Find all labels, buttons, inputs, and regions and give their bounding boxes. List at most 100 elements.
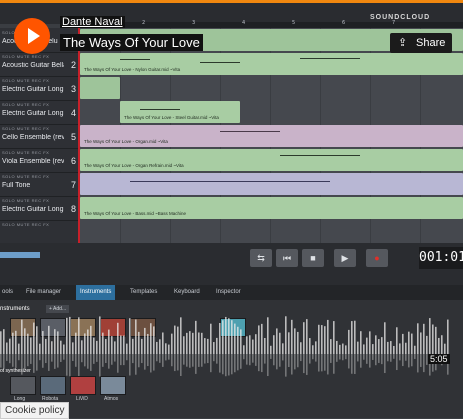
tab-instruments[interactable]: Instruments — [76, 285, 116, 300]
midi-note — [130, 181, 330, 182]
waveform-reflection — [243, 354, 245, 360]
waveform-bar — [117, 322, 119, 354]
waveform-bar — [75, 332, 77, 354]
waveform-bar — [318, 324, 320, 354]
waveform-bar — [45, 338, 47, 354]
track-header[interactable]: SOLO MUTE REC FX Acoustic Guitar Bella 2 — [0, 52, 80, 77]
midi-clip[interactable] — [80, 173, 463, 195]
waveform-reflection — [231, 354, 233, 375]
position-bar[interactable] — [0, 252, 40, 258]
track-controls[interactable]: SOLO MUTE REC FX — [2, 78, 49, 83]
play-button[interactable]: ▶ — [334, 249, 356, 267]
waveform-reflection — [285, 354, 287, 377]
midi-clip[interactable]: The Ways Of Your Love - Organ Refrain.mi… — [80, 149, 463, 171]
waveform-reflection — [21, 354, 23, 375]
waveform-reflection — [375, 354, 377, 366]
track-number: 2 — [70, 60, 76, 70]
waveform-bar — [300, 342, 302, 354]
bottom-tabbar: ools File manager Instruments Templates … — [0, 285, 463, 300]
track-header[interactable]: SOLO MUTE REC FX — [0, 220, 80, 245]
waveform-reflection — [81, 354, 83, 363]
waveform-bar — [306, 319, 308, 354]
track-header[interactable]: SOLO MUTE REC FX Full Tone 7 — [0, 172, 80, 197]
waveform-reflection — [132, 354, 134, 364]
waveform-reflection — [210, 354, 212, 373]
track-header[interactable]: SOLO MUTE REC FX Cello Ensemble (rev 5 — [0, 124, 80, 149]
midi-clip[interactable] — [80, 77, 120, 99]
waveform-reflection — [315, 354, 317, 362]
waveform-reflection — [108, 354, 110, 369]
waveform-reflection — [123, 354, 125, 366]
loop-button[interactable]: ⇆ — [250, 249, 272, 267]
track-header[interactable]: SOLO MUTE REC FX Electric Guitar Long 3 — [0, 76, 80, 101]
stop-button[interactable]: ■ — [302, 249, 324, 267]
sc-play-button[interactable] — [14, 18, 50, 54]
waveform-reflection — [360, 354, 362, 368]
track-controls[interactable]: SOLO MUTE REC FX — [2, 54, 49, 59]
waveform-reflection — [0, 354, 2, 368]
track-controls[interactable]: SOLO MUTE REC FX — [2, 198, 49, 203]
waveform-reflection — [318, 354, 320, 372]
waveform-reflection — [27, 354, 29, 367]
track-controls[interactable]: SOLO MUTE REC FX — [2, 102, 49, 107]
waveform-reflection — [54, 354, 56, 369]
waveform-reflection — [48, 354, 50, 371]
tab-templates[interactable]: Templates — [130, 285, 157, 300]
cookie-policy-link[interactable]: Cookie policy — [0, 402, 70, 419]
waveform-bar — [129, 318, 131, 354]
waveform-reflection — [198, 354, 200, 367]
track-controls[interactable]: SOLO MUTE REC FX — [2, 222, 49, 227]
waveform-reflection — [78, 354, 80, 377]
track-controls[interactable]: SOLO MUTE REC FX — [2, 150, 49, 155]
stop-icon: ■ — [310, 253, 316, 263]
record-button[interactable]: ● — [366, 249, 388, 267]
tab-inspector[interactable]: Inspector — [216, 285, 241, 300]
waveform-bar — [9, 338, 11, 354]
waveform-bar — [333, 321, 335, 354]
waveform-reflection — [225, 354, 227, 377]
waveform-reflection — [36, 354, 38, 371]
waveform-bar — [288, 332, 290, 354]
waveform-bar — [222, 320, 224, 354]
waveform-bar — [207, 338, 209, 354]
sc-track-title[interactable]: The Ways Of Your Love — [60, 34, 203, 51]
waveform-reflection — [165, 354, 167, 361]
waveform-bar — [444, 343, 446, 354]
track-header[interactable]: SOLO MUTE REC FX Electric Guitar Long 4 — [0, 100, 80, 125]
waveform-reflection — [144, 354, 146, 370]
track-controls[interactable]: SOLO MUTE REC FX — [2, 174, 49, 179]
tab-tools[interactable]: ools — [2, 285, 13, 300]
waveform-bar — [108, 329, 110, 354]
sc-share-button[interactable]: ⇪ Share — [390, 33, 452, 53]
waveform-bar — [279, 332, 281, 354]
track-header[interactable]: SOLO MUTE REC FX Viola Ensemble (rev 6 — [0, 148, 80, 173]
tab-keyboard[interactable]: Keyboard — [174, 285, 200, 300]
waveform-bar — [126, 343, 128, 354]
clip-title: The Ways Of Your Love - Steel Guitar.mid… — [124, 115, 219, 120]
waveform-reflection — [201, 354, 203, 367]
track-header[interactable]: SOLO MUTE REC FX Electric Guitar Long 8 — [0, 196, 80, 221]
sc-waveform[interactable] — [0, 312, 455, 392]
midi-clip[interactable]: The Ways Of Your Love - Steel Guitar.mid… — [120, 101, 240, 123]
waveform-reflection — [234, 354, 236, 373]
midi-clip[interactable]: The Ways Of Your Love - Bass.mid ~Bass M… — [80, 197, 463, 219]
waveform-bar — [297, 331, 299, 354]
midi-clip[interactable]: The Ways Of Your Love - Nylon Guitar.mid… — [80, 53, 463, 75]
arrange-area[interactable]: The Ways Of Your Love - Nylon Guitar.mid… — [80, 28, 463, 243]
sc-artist-link[interactable]: Dante Naval — [60, 16, 125, 28]
waveform-bar — [426, 335, 428, 354]
waveform-reflection — [96, 354, 98, 362]
waveform-bar — [123, 335, 125, 354]
waveform-reflection — [402, 354, 404, 367]
waveform-bar — [90, 325, 92, 354]
waveform-bar — [303, 322, 305, 354]
waveform-bar — [171, 333, 173, 354]
waveform-bar — [246, 336, 248, 354]
tab-file-manager[interactable]: File manager — [26, 285, 61, 300]
track-controls[interactable]: SOLO MUTE REC FX — [2, 126, 49, 131]
waveform-bar — [396, 327, 398, 354]
waveform-bar — [135, 319, 137, 354]
rewind-button[interactable]: ⏮ — [276, 249, 298, 267]
waveform-bar — [132, 338, 134, 354]
midi-clip[interactable]: The Ways Of Your Love - Organ.mid ~Vita — [80, 125, 463, 147]
